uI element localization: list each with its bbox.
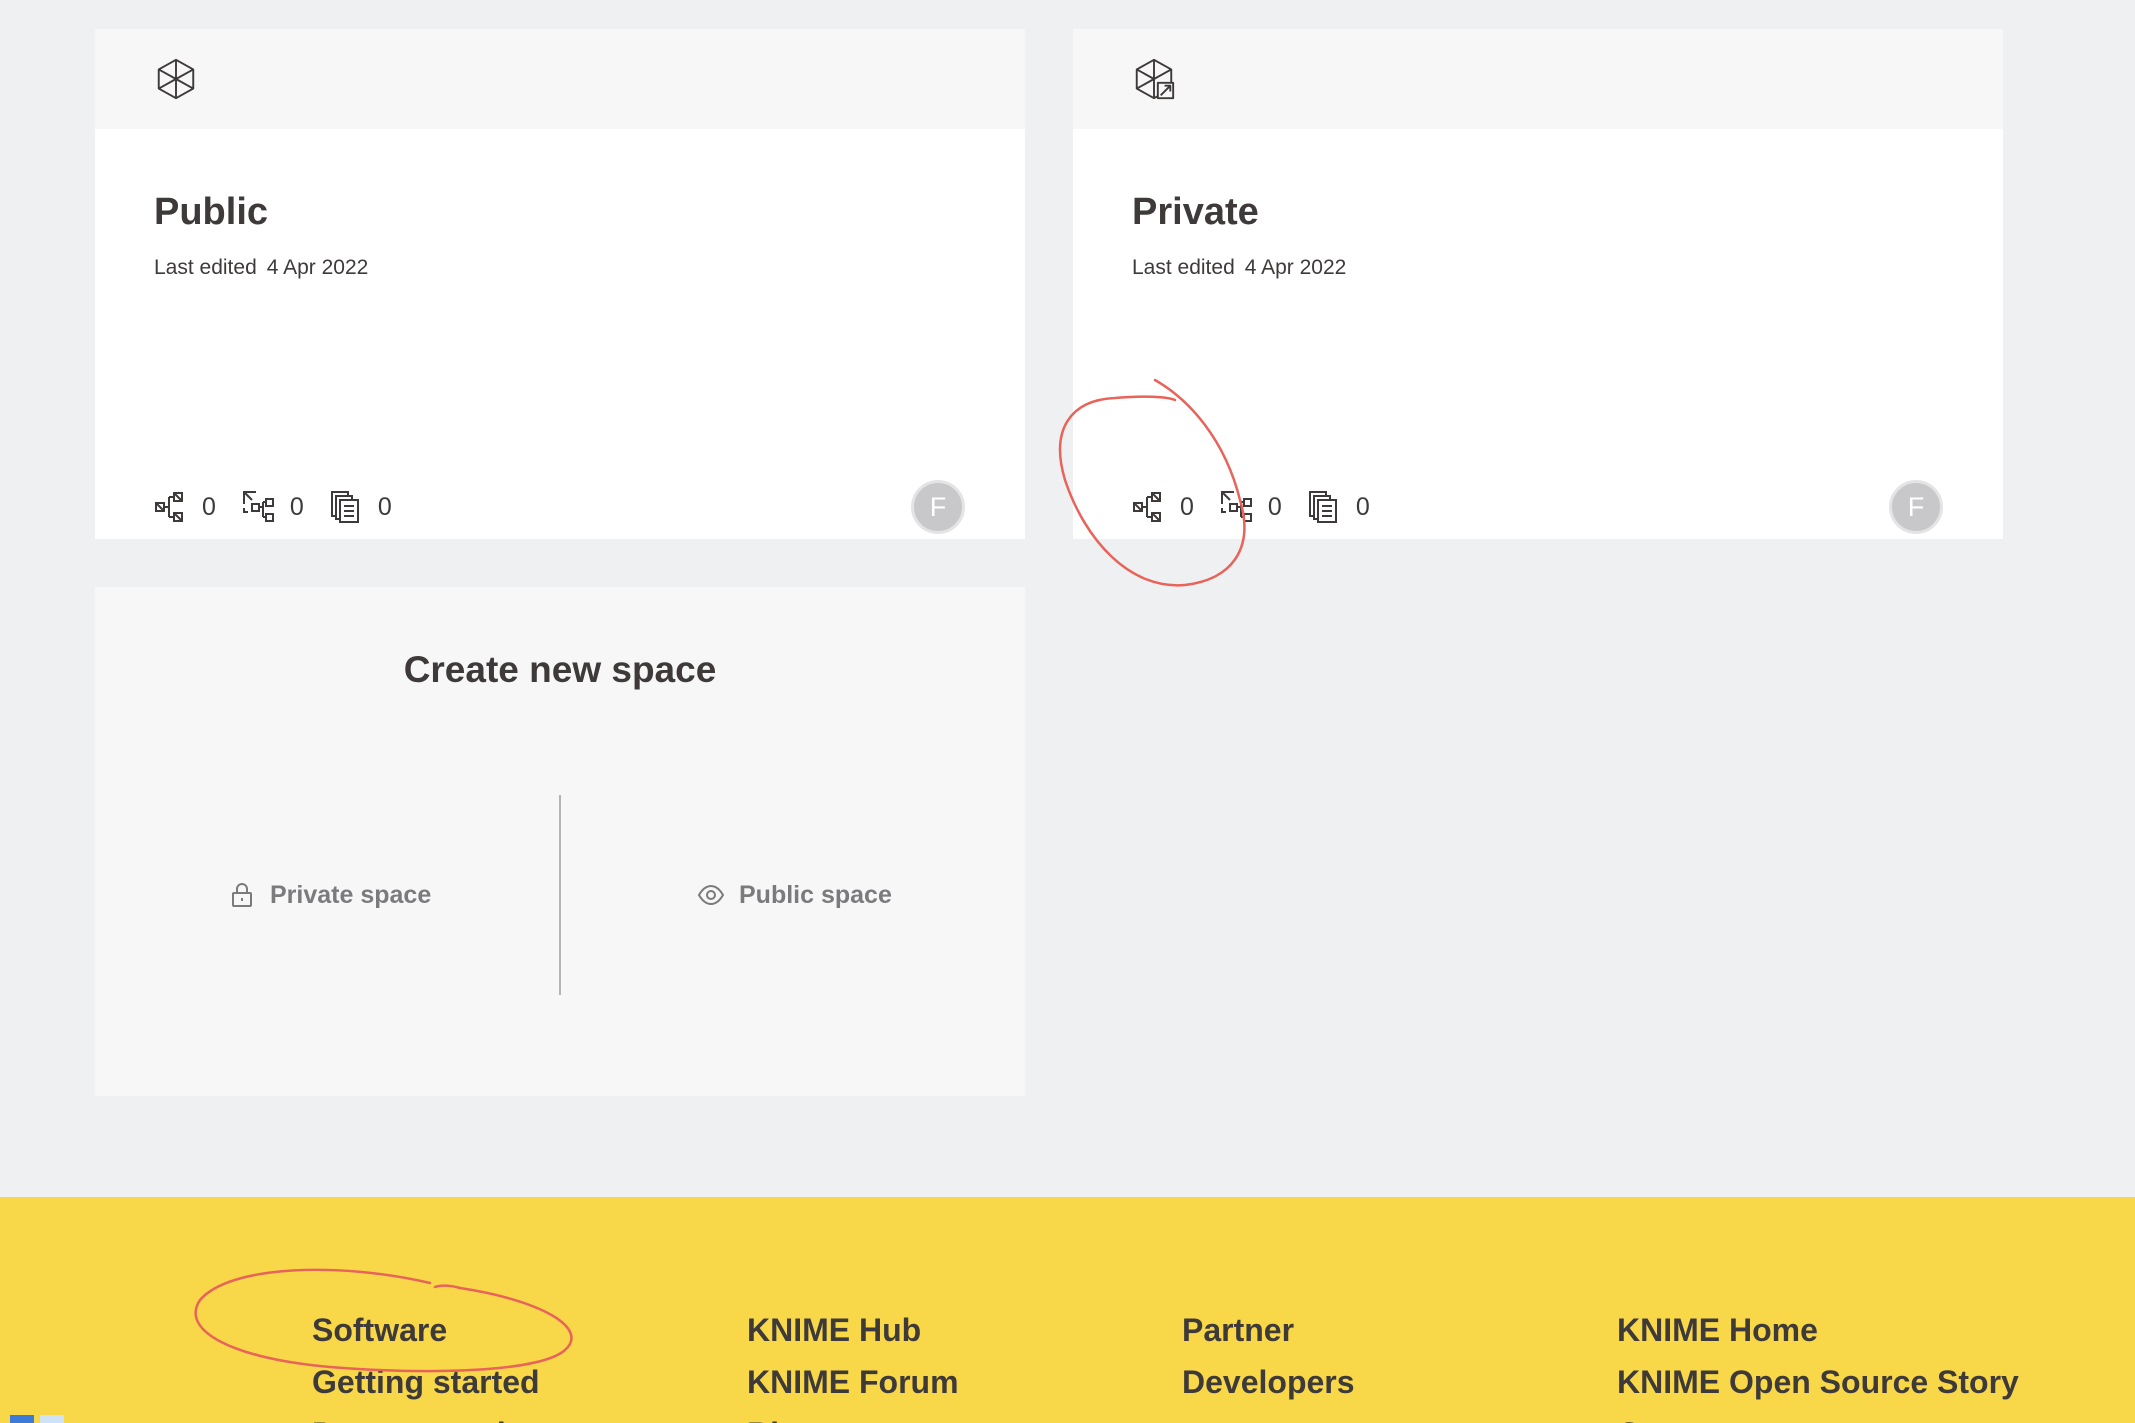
- last-edited-date: 4 Apr 2022: [1244, 256, 1347, 279]
- footer-link-knime-hub[interactable]: KNIME Hub: [747, 1304, 959, 1356]
- workflow-count: 0: [202, 493, 216, 521]
- data-file-icon: [330, 491, 359, 523]
- space-stats: 0 0 0: [154, 487, 418, 527]
- footer-link-documentation[interactable]: Documentation: [312, 1408, 545, 1423]
- create-space-divider: [559, 795, 561, 995]
- component-count: 0: [289, 493, 304, 521]
- component-stat: 0: [242, 490, 304, 524]
- component-icon: [1220, 491, 1252, 522]
- component-icon: [242, 491, 274, 522]
- data-file-stat: 0: [330, 490, 392, 524]
- last-edited-label: Last edited: [154, 256, 257, 279]
- create-private-space-button[interactable]: Private space: [228, 875, 431, 915]
- last-edited-label: Last edited: [1132, 256, 1235, 279]
- space-card-public[interactable]: Public Last edited 4 Apr 2022 0 0 0 F: [95, 29, 1025, 539]
- space-title[interactable]: Public: [154, 186, 268, 238]
- workflow-icon: [155, 492, 183, 522]
- create-public-space-label: Public space: [739, 880, 892, 909]
- footer-column-4: KNIME Home KNIME Open Source Story Caree…: [1617, 1304, 2019, 1423]
- last-edited-date: 4 Apr 2022: [266, 256, 369, 279]
- owner-avatar[interactable]: F: [1889, 480, 1943, 534]
- space-title[interactable]: Private: [1132, 186, 1259, 238]
- footer-link-software[interactable]: Software: [312, 1304, 545, 1356]
- public-space-cube-icon: [157, 58, 195, 100]
- footer-link-getting-started[interactable]: Getting started: [312, 1356, 545, 1408]
- footer-link-knime-forum[interactable]: KNIME Forum: [747, 1356, 959, 1408]
- desktop-taskbar-fragment: [0, 1413, 80, 1423]
- last-edited: Last edited 4 Apr 2022: [154, 255, 368, 281]
- workflow-icon: [1133, 492, 1161, 522]
- footer-link-open-source-story[interactable]: KNIME Open Source Story: [1617, 1356, 2019, 1408]
- lock-icon: [232, 883, 252, 907]
- footer-link-developers[interactable]: Developers: [1182, 1356, 1355, 1408]
- footer-column-3: Partner Developers: [1182, 1304, 1355, 1408]
- data-file-stat: 0: [1308, 490, 1370, 524]
- card-header: [95, 29, 1025, 129]
- space-card-private[interactable]: Private Last edited 4 Apr 2022 0 0 0 F: [1073, 29, 2003, 539]
- create-space-title: Create new space: [403, 649, 717, 690]
- space-stats: 0 0 0: [1132, 487, 1396, 527]
- footer-link-knime-home[interactable]: KNIME Home: [1617, 1304, 2019, 1356]
- footer-column-1: Software Getting started Documentation: [312, 1304, 545, 1423]
- create-public-space-button[interactable]: Public space: [697, 875, 892, 915]
- data-file-count: 0: [1355, 493, 1370, 521]
- workflow-stat: 0: [154, 490, 216, 524]
- data-file-icon: [1308, 491, 1337, 523]
- component-count: 0: [1267, 493, 1282, 521]
- workflow-stat: 0: [1132, 490, 1194, 524]
- site-footer: Software Getting started Documentation K…: [0, 1197, 2135, 1423]
- footer-link-careers[interactable]: Careers: [1617, 1408, 2019, 1423]
- workflow-count: 0: [1180, 493, 1194, 521]
- footer-link-blog[interactable]: Blog: [747, 1408, 959, 1423]
- data-file-count: 0: [377, 493, 392, 521]
- last-edited: Last edited 4 Apr 2022: [1132, 255, 1346, 281]
- footer-column-2: KNIME Hub KNIME Forum Blog: [747, 1304, 959, 1423]
- component-stat: 0: [1220, 490, 1282, 524]
- eye-icon: [697, 884, 725, 906]
- owner-avatar[interactable]: F: [911, 480, 965, 534]
- footer-link-partner[interactable]: Partner: [1182, 1304, 1355, 1356]
- card-header: [1073, 29, 2003, 129]
- create-private-space-label: Private space: [270, 880, 432, 909]
- private-space-cube-icon: [1135, 58, 1175, 100]
